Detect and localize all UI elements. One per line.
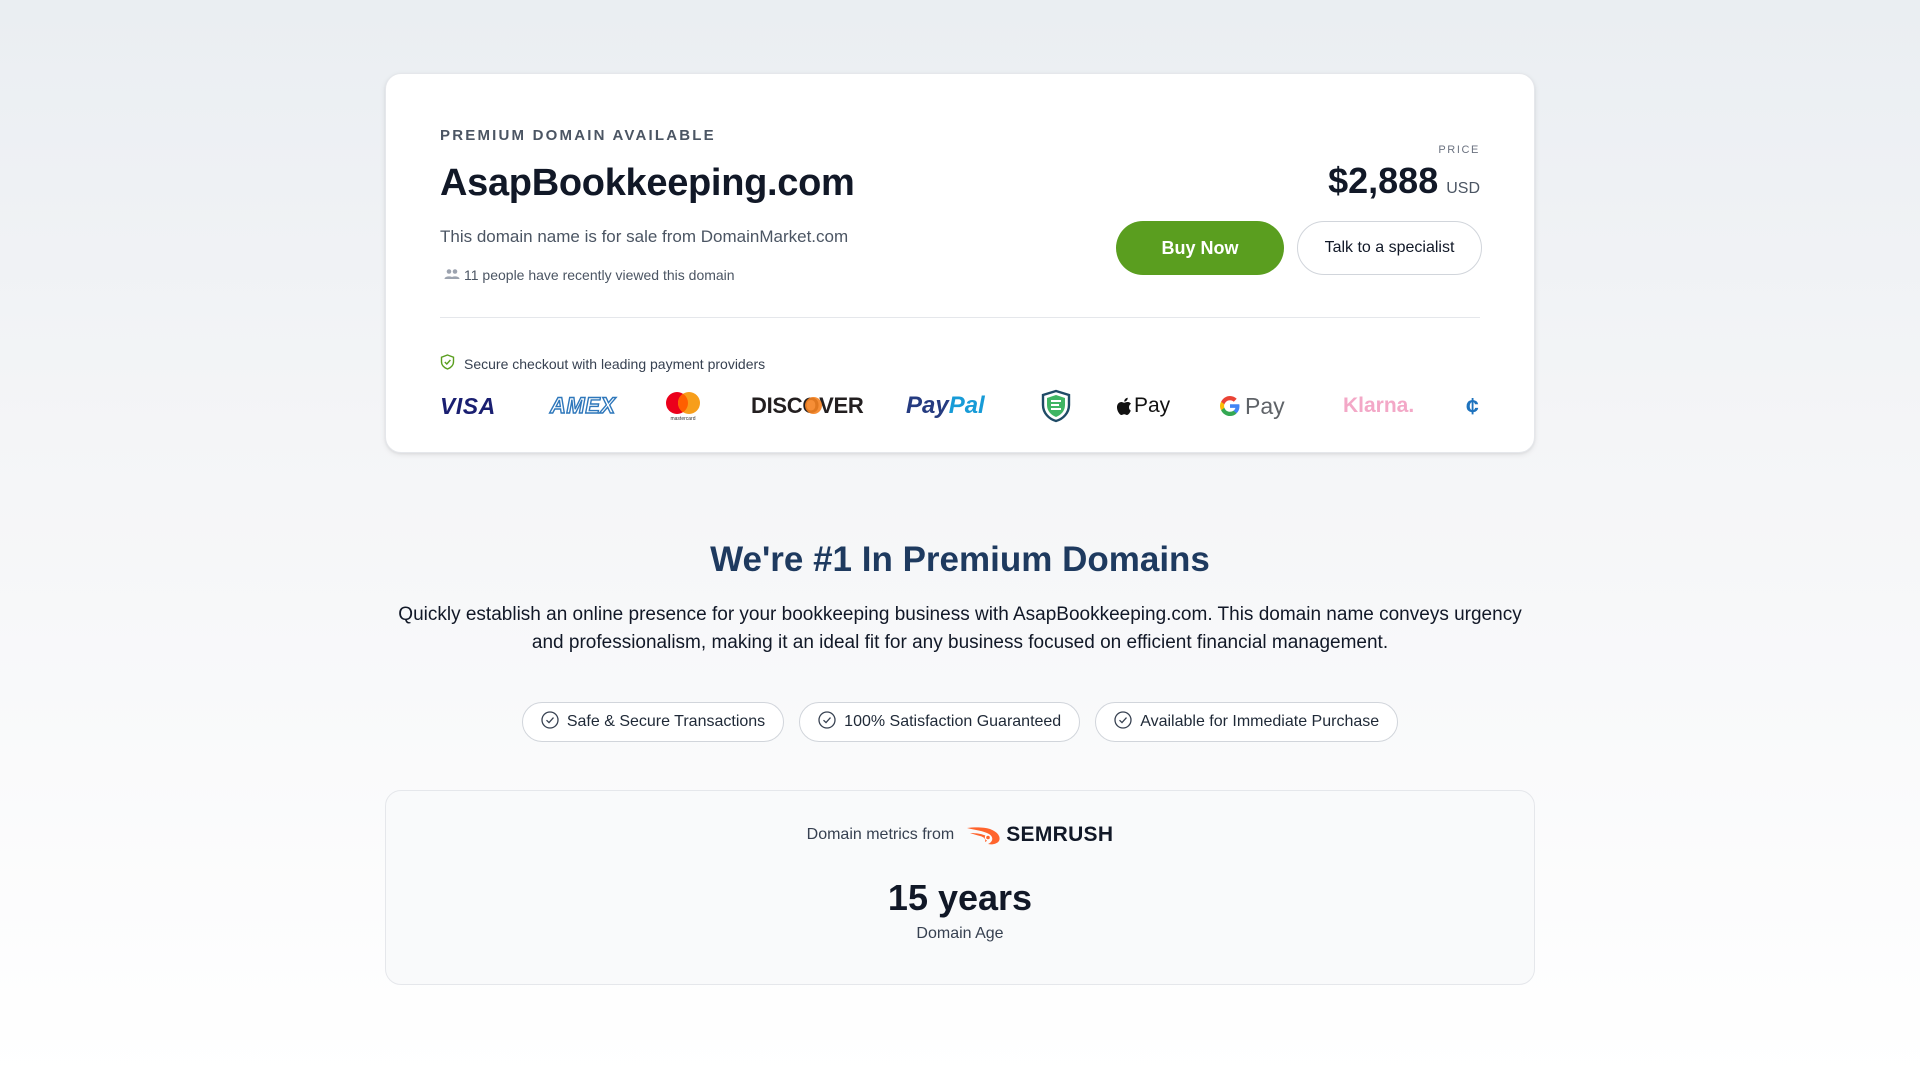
- check-circle-icon: [1114, 710, 1132, 734]
- domain-name: AsapBookkeeping.com: [440, 162, 855, 204]
- coinbase-icon: ¢: [1466, 392, 1479, 419]
- visa-logo: VISA: [440, 392, 496, 419]
- eyebrow-label: PREMIUM DOMAIN AVAILABLE: [440, 127, 716, 144]
- semrush-wordmark: SEMRUSH: [1006, 823, 1114, 846]
- metrics-source-label: Domain metrics from: [806, 826, 955, 843]
- google-g-icon: [1220, 396, 1240, 416]
- price-amount: $2,888: [1328, 160, 1439, 201]
- check-circle-icon: [541, 710, 559, 734]
- apple-icon: [1116, 397, 1131, 415]
- price-currency: USD: [1446, 180, 1480, 197]
- buy-now-button[interactable]: Buy Now: [1116, 221, 1284, 275]
- viewers-notice: 11 people have recently viewed this doma…: [444, 267, 735, 283]
- viewers-text: 11 people have recently viewed this doma…: [464, 267, 735, 283]
- paypal-logo: PayPal: [906, 392, 985, 419]
- trust-badges: Safe & Secure Transactions 100% Satisfac…: [0, 702, 1920, 742]
- payment-methods: VISA AMEX mastercard DISCOVER PayPal: [440, 384, 1485, 428]
- check-circle-icon: [818, 710, 836, 734]
- listing-card: PREMIUM DOMAIN AVAILABLE AsapBookkeeping…: [385, 73, 1535, 453]
- badge-label: Available for Immediate Purchase: [1140, 713, 1380, 730]
- shield-check-icon: [440, 354, 455, 373]
- google-pay-logo: Pay: [1219, 384, 1285, 428]
- badge-satisfaction: 100% Satisfaction Guaranteed: [799, 702, 1081, 742]
- badge-immediate-purchase: Available for Immediate Purchase: [1095, 702, 1399, 742]
- apple-pay-logo: Pay: [1116, 384, 1170, 428]
- sale-text: This domain name is for sale from Domain…: [440, 227, 849, 246]
- klarna-logo: Klarna.: [1343, 394, 1415, 417]
- discover-dot: [805, 397, 822, 414]
- mastercard-logo: mastercard: [664, 384, 702, 428]
- divider: [440, 317, 1480, 318]
- domain-metrics-panel: Domain metrics from SEMRUSH 15 years Dom…: [385, 790, 1535, 985]
- metrics-header: Domain metrics from SEMRUSH: [386, 823, 1534, 847]
- secure-checkout-notice: Secure checkout with leading payment pro…: [440, 354, 765, 373]
- talk-to-specialist-button[interactable]: Talk to a specialist: [1297, 221, 1482, 275]
- escrow-icon: [1040, 384, 1072, 428]
- amex-logo: AMEX: [549, 392, 616, 418]
- hero-headline: We're #1 In Premium Domains: [710, 540, 1210, 579]
- semrush-logo: SEMRUSH: [966, 823, 1113, 847]
- semrush-flame-icon: [967, 827, 1000, 845]
- badge-label: 100% Satisfaction Guaranteed: [844, 713, 1062, 730]
- badge-label: Safe & Secure Transactions: [566, 713, 766, 730]
- people-icon: [444, 267, 460, 283]
- badge-safe-transactions: Safe & Secure Transactions: [521, 702, 785, 742]
- discover-logo: DISCOVER: [751, 384, 864, 428]
- hero-description: Quickly establish an online presence for…: [398, 604, 1522, 653]
- domain-age-label: Domain Age: [916, 925, 1004, 942]
- domain-age-value: 15 years: [887, 877, 1033, 918]
- price-label: PRICE: [1438, 144, 1480, 156]
- price: $2,888 USD: [1328, 160, 1480, 202]
- secure-text: Secure checkout with leading payment pro…: [464, 355, 766, 372]
